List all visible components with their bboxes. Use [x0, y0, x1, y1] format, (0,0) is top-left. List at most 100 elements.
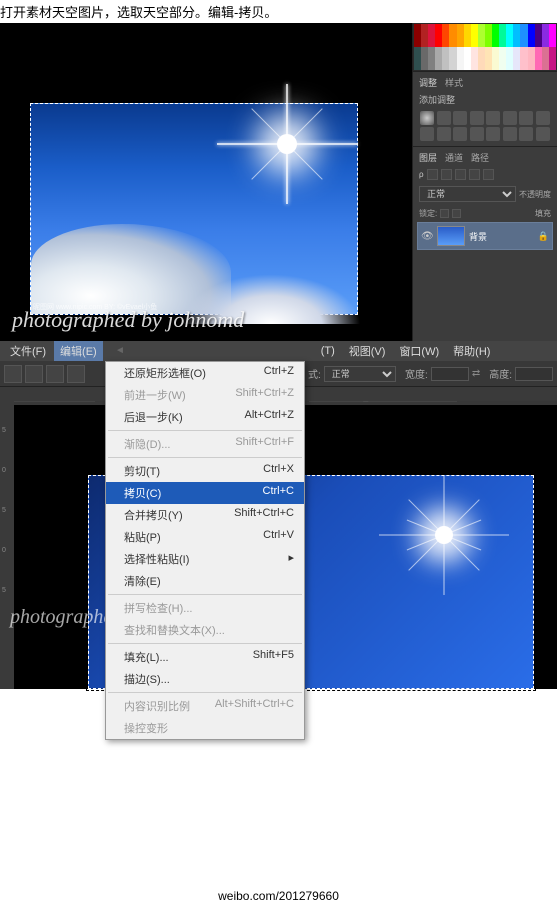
hue-icon[interactable]	[503, 111, 517, 125]
swatch[interactable]	[492, 47, 499, 70]
swatch[interactable]	[478, 24, 485, 47]
lookup-icon[interactable]	[437, 127, 451, 141]
photo-filter-icon[interactable]	[536, 111, 550, 125]
swatch[interactable]	[421, 47, 428, 70]
swatch[interactable]	[520, 47, 527, 70]
tool-icon[interactable]	[25, 365, 43, 383]
swatch[interactable]	[506, 24, 513, 47]
swatch[interactable]	[449, 47, 456, 70]
menu-step-backward[interactable]: 后退一步(K)Alt+Ctrl+Z	[106, 406, 304, 428]
menu-back-icon[interactable]: ◄	[115, 345, 125, 356]
swatch[interactable]	[414, 24, 421, 47]
posterize-icon[interactable]	[470, 127, 484, 141]
mixer-icon[interactable]	[420, 127, 434, 141]
adjustments-tab[interactable]: 调整	[419, 76, 437, 89]
filter-icon[interactable]	[427, 169, 438, 180]
swatch[interactable]	[457, 47, 464, 70]
swatch[interactable]	[528, 24, 535, 47]
layer-name[interactable]: 背景	[469, 230, 487, 243]
tool-icon[interactable]	[67, 365, 85, 383]
layers-tab[interactable]: 图层	[419, 151, 437, 164]
tool-icon[interactable]	[4, 365, 22, 383]
layer-row[interactable]: 👁 背景 🔒	[417, 222, 553, 250]
swatches-panel[interactable]	[413, 23, 557, 71]
swatch[interactable]	[528, 47, 535, 70]
swatch[interactable]	[457, 24, 464, 47]
menu-cut[interactable]: 剪切(T)Ctrl+X	[106, 460, 304, 482]
width-input[interactable]	[431, 367, 469, 381]
swatch[interactable]	[464, 24, 471, 47]
swatch[interactable]	[442, 47, 449, 70]
filter-icon[interactable]	[441, 169, 452, 180]
swatch[interactable]	[542, 47, 549, 70]
menu-spell-check[interactable]: 拼写检查(H)...	[106, 597, 304, 619]
swatch[interactable]	[428, 47, 435, 70]
visibility-icon[interactable]: 👁	[421, 231, 433, 241]
layer-thumbnail[interactable]	[437, 226, 465, 246]
swatch[interactable]	[442, 24, 449, 47]
style-select[interactable]: 正常	[324, 366, 396, 382]
swatch[interactable]	[549, 24, 556, 47]
swatch[interactable]	[435, 47, 442, 70]
swatch[interactable]	[520, 24, 527, 47]
swatch[interactable]	[535, 24, 542, 47]
exposure-icon[interactable]	[470, 111, 484, 125]
menu-file[interactable]: 文件(F)	[4, 341, 52, 361]
styles-tab[interactable]: 样式	[445, 76, 463, 89]
menu-view[interactable]: 视图(V)	[343, 341, 392, 361]
menu-copy-merged[interactable]: 合并拷贝(Y)Shift+Ctrl+C	[106, 504, 304, 526]
swatch[interactable]	[449, 24, 456, 47]
bw-icon[interactable]	[519, 111, 533, 125]
swatch[interactable]	[435, 24, 442, 47]
selective-icon[interactable]	[519, 127, 533, 141]
swatch[interactable]	[464, 47, 471, 70]
levels-icon[interactable]	[437, 111, 451, 125]
adj-icon[interactable]	[536, 127, 550, 141]
menu-fade[interactable]: 渐隐(D)...Shift+Ctrl+F	[106, 433, 304, 455]
channels-tab[interactable]: 通道	[445, 151, 463, 164]
vibrance-icon[interactable]	[486, 111, 500, 125]
swatch[interactable]	[421, 24, 428, 47]
swatch[interactable]	[499, 24, 506, 47]
menu-find-replace[interactable]: 查找和替换文本(X)...	[106, 619, 304, 641]
menu-help[interactable]: 帮助(H)	[447, 341, 496, 361]
swatch[interactable]	[471, 24, 478, 47]
swatch[interactable]	[428, 24, 435, 47]
invert-icon[interactable]	[453, 127, 467, 141]
filter-icon[interactable]	[455, 169, 466, 180]
menu-paste[interactable]: 粘贴(P)Ctrl+V	[106, 526, 304, 548]
swatch[interactable]	[478, 47, 485, 70]
menu-undo-rect[interactable]: 还原矩形选框(O)Ctrl+Z	[106, 362, 304, 384]
swatch[interactable]	[414, 47, 421, 70]
swatch[interactable]	[471, 47, 478, 70]
menu-window[interactable]: 窗口(W)	[393, 341, 445, 361]
sky-selection[interactable]: 昵图网 www.nipic.com BY: ©vEvael小鱼	[30, 103, 358, 315]
brightness-icon[interactable]	[420, 111, 434, 125]
swatch[interactable]	[535, 47, 542, 70]
menu-step-forward[interactable]: 前进一步(W)Shift+Ctrl+Z	[106, 384, 304, 406]
swatch[interactable]	[549, 47, 556, 70]
filter-icon[interactable]	[469, 169, 480, 180]
swatch[interactable]	[513, 47, 520, 70]
menu-fill[interactable]: 填充(L)...Shift+F5	[106, 646, 304, 668]
swatch[interactable]	[499, 47, 506, 70]
lock-icon[interactable]	[440, 209, 449, 218]
curves-icon[interactable]	[453, 111, 467, 125]
swatch[interactable]	[492, 24, 499, 47]
swatch[interactable]	[542, 24, 549, 47]
swatch[interactable]	[506, 47, 513, 70]
menu-stroke[interactable]: 描边(S)...	[106, 668, 304, 690]
menu-type[interactable]: (T)	[315, 343, 341, 359]
menu-clear[interactable]: 清除(E)	[106, 570, 304, 592]
menu-puppet-warp[interactable]: 操控变形	[106, 717, 304, 739]
swatch[interactable]	[485, 24, 492, 47]
menu-paste-special[interactable]: 选择性粘贴(I)▸	[106, 548, 304, 570]
swatch[interactable]	[485, 47, 492, 70]
height-input[interactable]	[515, 367, 553, 381]
tool-icon[interactable]	[46, 365, 64, 383]
paths-tab[interactable]: 路径	[471, 151, 489, 164]
threshold-icon[interactable]	[486, 127, 500, 141]
filter-icon[interactable]	[483, 169, 494, 180]
menu-copy[interactable]: 拷贝(C)Ctrl+C	[106, 482, 304, 504]
gradient-icon[interactable]	[503, 127, 517, 141]
